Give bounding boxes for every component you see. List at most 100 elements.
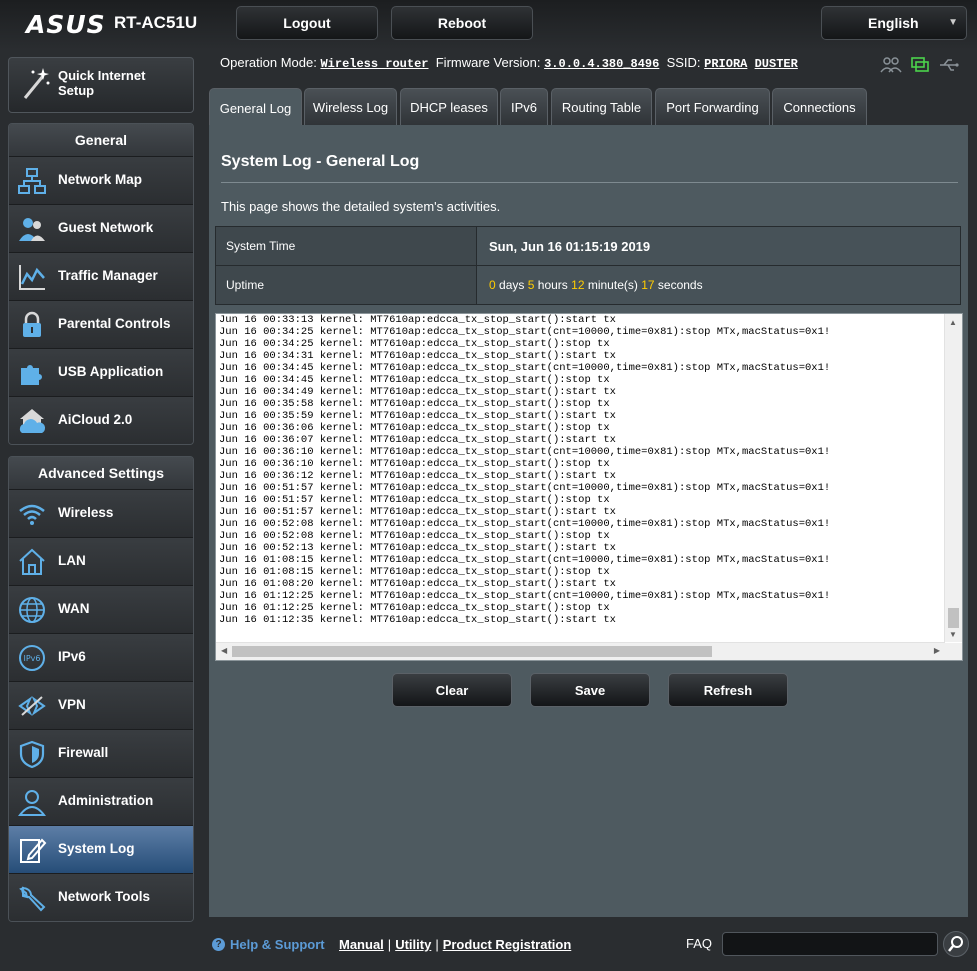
product-registration-link[interactable]: Product Registration <box>443 937 572 952</box>
ssid-link-2[interactable]: DUSTER <box>755 57 798 71</box>
sidebar-item-network-tools[interactable]: Network Tools <box>9 874 193 921</box>
lock-icon <box>23 311 41 337</box>
sidebar-item-wan[interactable]: WAN <box>9 586 193 634</box>
sidebar-item-label: Firewall <box>58 745 109 760</box>
tab-general-log[interactable]: General Log <box>209 88 302 127</box>
help-icon: ? <box>212 938 225 951</box>
refresh-button[interactable]: Refresh <box>668 673 788 707</box>
usb-icon[interactable] <box>938 56 960 74</box>
separator: | <box>435 937 439 952</box>
tab-connections[interactable]: Connections <box>772 88 867 126</box>
sidebar-item-label: LAN <box>58 553 86 568</box>
sidebar-item-label: USB Application <box>58 364 164 379</box>
table-row: System Time Sun, Jun 16 01:15:19 2019 <box>215 226 961 266</box>
admin-icon <box>17 790 47 816</box>
reboot-button[interactable]: Reboot <box>391 6 533 40</box>
sidebar-item-guest-network[interactable]: Guest Network <box>9 205 193 253</box>
quick-internet-setup-button[interactable]: Quick Internet Setup <box>8 57 194 113</box>
tab-ipv6[interactable]: IPv6 <box>500 88 548 126</box>
log-line: Jun 16 00:36:10 kernel: MT7610ap:edcca_t… <box>219 458 610 470</box>
sidebar-item-label: Parental Controls <box>58 316 171 331</box>
search-icon <box>948 936 963 952</box>
wrench-icon <box>19 886 46 912</box>
puzzle-icon <box>21 365 42 385</box>
manual-link[interactable]: Manual <box>339 937 384 952</box>
faq-search-button[interactable] <box>943 931 969 957</box>
svg-text:IPv6: IPv6 <box>23 654 40 663</box>
log-line: Jun 16 01:08:20 kernel: MT7610ap:edcca_t… <box>219 578 616 590</box>
log-line: Jun 16 00:34:45 kernel: MT7610ap:edcca_t… <box>219 374 610 386</box>
sidebar-item-usb-application[interactable]: USB Application <box>9 349 193 397</box>
sidebar-item-traffic-manager[interactable]: Traffic Manager <box>9 253 193 301</box>
logout-button[interactable]: Logout <box>236 6 378 40</box>
scroll-thumb[interactable] <box>232 646 712 657</box>
save-button[interactable]: Save <box>530 673 650 707</box>
guest-network-icon <box>19 218 45 241</box>
sidebar-item-label: System Log <box>58 841 135 856</box>
cloud-icon <box>19 409 46 433</box>
faq-search-input[interactable] <box>722 932 938 956</box>
network-map-icon <box>18 168 46 194</box>
sidebar-item-administration[interactable]: Administration <box>9 778 193 826</box>
log-line: Jun 16 01:12:25 kernel: MT7610ap:edcca_t… <box>219 602 610 614</box>
log-line: Jun 16 00:34:25 kernel: MT7610ap:edcca_t… <box>219 338 610 350</box>
horizontal-scrollbar[interactable]: ◀ ▶ <box>216 642 945 660</box>
faq-label: FAQ <box>686 936 713 951</box>
log-line: Jun 16 00:52:08 kernel: MT7610ap:edcca_t… <box>219 518 831 530</box>
sidebar-item-label: Network Map <box>58 172 143 187</box>
system-log-icon <box>20 838 47 863</box>
quick-internet-setup-label: Quick Internet Setup <box>58 68 146 98</box>
sidebar-item-label: Network Tools <box>58 889 151 904</box>
log-line: Jun 16 01:12:25 kernel: MT7610ap:edcca_t… <box>219 590 831 602</box>
utility-link[interactable]: Utility <box>395 937 431 952</box>
footer: ? Help & Support Manual | Utility | Product … <box>0 925 977 965</box>
scroll-thumb[interactable] <box>948 608 959 628</box>
scroll-left-icon[interactable]: ◀ <box>221 646 227 655</box>
sidebar-item-lan[interactable]: LAN <box>9 538 193 586</box>
log-textarea[interactable]: Jun 16 00:33:13 kernel: MT7610ap:edcca_t… <box>215 313 963 661</box>
firmware-link[interactable]: 3.0.0.4.380_8496 <box>544 57 659 71</box>
system-info-table: System Time Sun, Jun 16 01:15:19 2019 Up… <box>215 226 961 305</box>
ssid-label: SSID: <box>666 55 701 70</box>
language-value: English <box>868 15 919 31</box>
tab-dhcp-leases[interactable]: DHCP leases <box>400 88 498 126</box>
log-line: Jun 16 00:36:10 kernel: MT7610ap:edcca_t… <box>219 446 831 458</box>
scroll-up-icon[interactable]: ▲ <box>949 318 957 327</box>
scroll-down-icon[interactable]: ▼ <box>949 630 957 639</box>
clients-icon[interactable] <box>880 56 902 74</box>
ssid-link-1[interactable]: PRIORA <box>704 57 747 71</box>
sidebar-item-ipv6[interactable]: IPv6 IPv6 <box>9 634 193 682</box>
vertical-scrollbar[interactable]: ▲ ▼ <box>944 314 962 642</box>
sidebar-item-wireless[interactable]: Wireless <box>9 490 193 538</box>
log-line: Jun 16 00:34:25 kernel: MT7610ap:edcca_t… <box>219 326 831 338</box>
clear-button[interactable]: Clear <box>392 673 512 707</box>
router-model: RT-AC51U <box>114 13 198 32</box>
tab-port-forwarding[interactable]: Port Forwarding <box>655 88 770 126</box>
status-icons <box>880 56 960 74</box>
sidebar-item-firewall[interactable]: Firewall <box>9 730 193 778</box>
sidebar-item-network-map[interactable]: Network Map <box>9 157 193 205</box>
log-line: Jun 16 01:12:35 kernel: MT7610ap:edcca_t… <box>219 614 616 626</box>
home-icon <box>19 548 45 575</box>
operation-mode-link[interactable]: Wireless router <box>320 57 428 71</box>
internet-status-icon[interactable] <box>910 56 930 74</box>
resize-handle[interactable] <box>945 643 962 660</box>
sidebar-item-system-log[interactable]: System Log <box>9 826 193 874</box>
tab-wireless-log[interactable]: Wireless Log <box>304 88 397 126</box>
sidebar-item-label: Wireless <box>58 505 114 520</box>
scroll-right-icon[interactable]: ▶ <box>934 646 940 655</box>
language-select[interactable]: English ▼ <box>821 6 967 40</box>
log-line: Jun 16 00:36:12 kernel: MT7610ap:edcca_t… <box>219 470 616 482</box>
help-support-link[interactable]: ? Help & Support <box>212 937 325 952</box>
uptime-minutes: 12 <box>571 278 585 292</box>
ipv6-icon: IPv6 <box>19 645 45 671</box>
asus-logo: ASUS <box>26 10 106 39</box>
system-time-value: Sun, Jun 16 01:15:19 2019 <box>476 226 961 266</box>
sidebar-item-parental-controls[interactable]: Parental Controls <box>9 301 193 349</box>
sidebar-general: General Network Map Guest Network Traffi… <box>8 123 194 445</box>
tab-routing-table[interactable]: Routing Table <box>551 88 652 126</box>
sidebar-item-aicloud[interactable]: AiCloud 2.0 <box>9 397 193 444</box>
log-line: Jun 16 00:35:59 kernel: MT7610ap:edcca_t… <box>219 410 616 422</box>
sidebar-item-vpn[interactable]: VPN <box>9 682 193 730</box>
operation-mode-label: Operation Mode: <box>220 55 317 70</box>
